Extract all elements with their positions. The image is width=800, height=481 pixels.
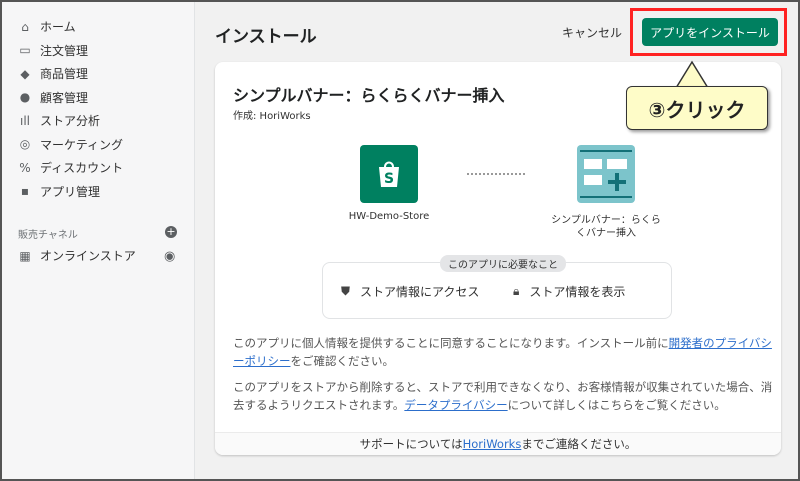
tag-icon: ◆	[20, 66, 30, 81]
permission-view: 🔒︎ ストア情報を表示	[513, 284, 626, 299]
app-name-line2: くバナー挿入	[576, 228, 636, 239]
privacy-consent-text: このアプリに個人情報を提供することに同意することになります。インストール前に開発…	[233, 336, 772, 368]
data-removal-text: このアプリをストアから削除すると、ストアで利用できなくなり、お客様情報が収集され…	[233, 380, 773, 412]
eye-icon[interactable]: ◉	[164, 249, 175, 264]
sidebar-item-online-store[interactable]: ▦ オンラインストア	[18, 247, 136, 264]
shield-icon: ⛊	[341, 284, 351, 298]
developer-credit: 作成: HoriWorks	[233, 111, 311, 122]
sidebar-item-label: オンラインストア	[40, 249, 136, 263]
permissions-title: このアプリに必要なこと	[440, 255, 566, 272]
apps-icon: ▪	[20, 184, 30, 198]
data-privacy-link[interactable]: データプライバシー	[404, 398, 507, 412]
sales-channels-heading: 販売チャネル	[18, 230, 78, 241]
support-link[interactable]: HoriWorks	[463, 437, 522, 451]
bar-chart-icon: ıll	[19, 113, 30, 128]
connector-line	[467, 173, 525, 175]
svg-text:S: S	[384, 171, 394, 187]
sidebar-item-label: ディスカウント	[40, 161, 124, 175]
inbox-icon: ▭	[19, 43, 31, 57]
person-icon: ●	[19, 90, 31, 104]
sidebar-item-label: マーケティング	[40, 137, 124, 152]
app-window: ⌂ ホーム ▭ 注文管理 ◆ 商品管理 ● 顧客管理 ıll ストア分析 ◎ マーケティング% ディスカ…	[2, 2, 798, 479]
page-title: インストール	[215, 27, 317, 47]
discount-icon: %	[19, 160, 31, 175]
sidebar-item-4[interactable]: ıll ストア分析	[18, 112, 100, 129]
sidebar-item-5[interactable]: ◎ マーケティング	[18, 136, 123, 153]
support-footer: サポートについてはHoriWorksまでご連絡ください。	[215, 432, 781, 455]
permission-access: ⛊ ストア情報にアクセス	[341, 284, 480, 299]
sidebar-item-label: アプリ管理	[40, 184, 101, 199]
sidebar-item-3[interactable]: ● 顧客管理	[18, 89, 88, 106]
sidebar-item-label: ホーム	[40, 20, 76, 34]
store-icon: ▦	[19, 248, 31, 263]
cancel-button[interactable]: キャンセル	[562, 24, 622, 41]
click-callout: ③クリック	[626, 86, 768, 130]
add-channel-icon[interactable]: +	[165, 226, 177, 238]
sidebar-item-1[interactable]: ▭ 注文管理	[18, 42, 88, 59]
target-icon: ◎	[19, 137, 31, 151]
sidebar-item-2[interactable]: ◆ 商品管理	[18, 65, 88, 82]
sidebar: ⌂ ホーム ▭ 注文管理 ◆ 商品管理 ● 顧客管理 ıll ストア分析 ◎ マーケティング% ディスカ…	[2, 2, 195, 479]
sidebar-item-label: 商品管理	[40, 67, 89, 81]
app-icon	[577, 145, 635, 203]
sidebar-item-label: ストア分析	[40, 114, 101, 128]
store-name: HW-Demo-Store	[348, 211, 430, 222]
sidebar-item-6[interactable]: % ディスカウント	[18, 159, 123, 176]
permissions-box: このアプリに必要なこと ⛊ ストア情報にアクセス 🔒︎ ストア情報を表示	[322, 255, 672, 319]
lock-icon: 🔒︎	[513, 284, 520, 298]
highlight-box	[630, 8, 787, 56]
sidebar-item-label: 注文管理	[40, 43, 89, 58]
sidebar-item-label: 顧客管理	[40, 90, 89, 105]
sidebar-item-7[interactable]: ▪ アプリ管理	[18, 183, 100, 200]
sidebar-item-0[interactable]: ⌂ ホーム	[18, 18, 76, 35]
home-icon: ⌂	[21, 19, 29, 34]
shopify-bag-icon: S	[360, 145, 418, 203]
app-title: シンプルバナー：らくらくバナー挿入	[233, 86, 505, 105]
